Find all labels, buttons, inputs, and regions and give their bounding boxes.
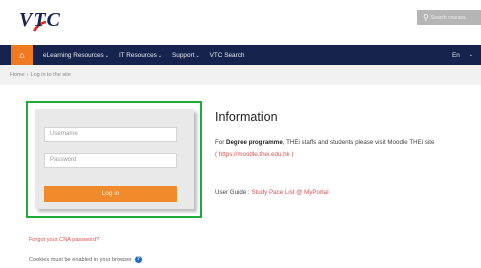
logo-text: VTC [19, 9, 61, 31]
home-icon: ⌂ [19, 50, 25, 60]
info-line-rest: , THEi staffs and students please visit … [282, 139, 435, 146]
breadcrumb-trail: Home › Log in to the site [10, 72, 71, 78]
main-navbar: ⌂ eLearning Resources⌄ IT Resources⌄ Sup… [0, 45, 481, 65]
site-header: VTC ⚲ [0, 0, 481, 45]
nav-item-label: eLearning Resources [43, 51, 104, 59]
search-input[interactable] [430, 14, 481, 21]
chevron-down-icon: ⌄ [468, 52, 473, 58]
search-box[interactable]: ⚲ [417, 10, 481, 25]
user-guide-line: User Guide : Study Pace List @ MyPortal [215, 189, 329, 196]
nav-item-vtc-search[interactable]: VTC Search [210, 52, 245, 59]
chevron-down-icon: ⌄ [157, 52, 163, 59]
home-button[interactable]: ⌂ [11, 45, 33, 65]
breadcrumb-home-link[interactable]: Home [10, 72, 25, 78]
language-label: En [451, 51, 460, 59]
info-line-prefix: For [215, 139, 227, 146]
info-title: Information [215, 110, 278, 124]
chevron-down-icon: ⌄ [195, 52, 200, 59]
forgot-password-link[interactable]: Forgot your CNA password? [29, 237, 99, 243]
username-field[interactable]: Username [44, 127, 177, 142]
nav-item-elearning-resources[interactable]: eLearning Resources⌄ [43, 52, 109, 59]
help-icon[interactable]: ? [134, 256, 142, 263]
cookies-text: Cookies must be enabled in your browser [29, 256, 132, 263]
moodle-link-url: https://moodle.thei.edu.hk [218, 151, 290, 158]
chevron-down-icon: ⌄ [104, 52, 109, 59]
language-selector[interactable]: En ⌄ [452, 45, 473, 65]
study-pace-link[interactable]: Study Pace List @ MyPortal [251, 189, 328, 196]
cookies-notice: Cookies must be enabled in your browser … [29, 256, 142, 263]
login-button[interactable]: Log in [44, 186, 177, 202]
nav-item-support[interactable]: Support⌄ [172, 52, 200, 59]
user-guide-label: User Guide : [215, 189, 252, 196]
link-close-paren: ) [289, 151, 294, 158]
moodle-link[interactable]: ( https://moodle.thei.edu.hk ) [215, 151, 293, 158]
info-line-bold: Degree programme [226, 139, 283, 146]
password-field[interactable]: Password [44, 153, 177, 168]
info-text: For Degree programme, THEi staffs and st… [215, 137, 477, 161]
breadcrumb-separator: › [26, 72, 29, 78]
nav-item-label: Support [172, 51, 195, 59]
breadcrumb: Home › Log in to the site [0, 65, 481, 85]
nav-item-label: IT Resources [118, 51, 157, 59]
nav-item-label: VTC Search [209, 51, 245, 59]
nav-item-it-resources[interactable]: IT Resources⌄ [119, 52, 162, 59]
search-icon[interactable]: ⚲ [423, 13, 429, 22]
breadcrumb-current: Log in to the site [30, 72, 71, 78]
